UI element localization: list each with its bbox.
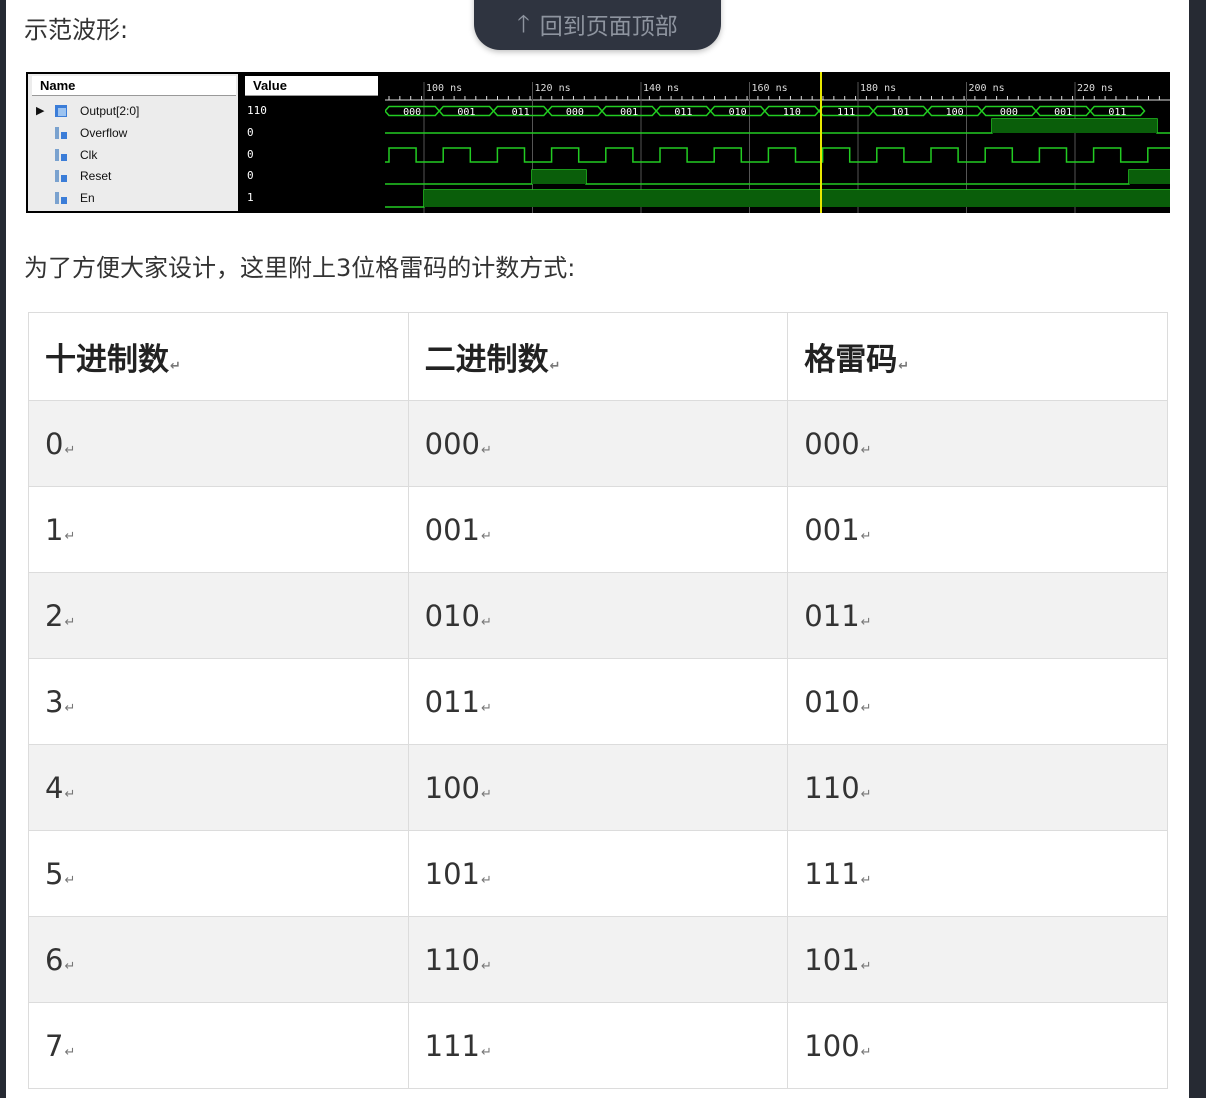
cell-decimal: 2↵	[28, 572, 409, 659]
waveform-screenshot: Name Value ▶ Output[2:0] Overflow Clk Re…	[26, 72, 1170, 213]
right-edge-bar	[1189, 0, 1206, 1098]
bus-value-label: 001	[1054, 107, 1072, 118]
signal-value: 1	[247, 191, 254, 204]
cell-gray-code: 101↵	[787, 916, 1168, 1003]
bus-value-label: 101	[891, 107, 909, 118]
time-label: 140 ns	[643, 83, 679, 94]
signal-name: En	[80, 191, 95, 205]
signal-value: 0	[247, 169, 254, 182]
cell-binary: 111↵	[407, 1002, 789, 1089]
cell-gray-code: 011↵	[787, 572, 1168, 659]
signal-value: 110	[247, 104, 267, 117]
arrow-up-icon: 🡑	[517, 10, 530, 38]
signal-name: Clk	[80, 148, 98, 162]
en-high-fill	[424, 190, 1170, 207]
cell-gray-code: 100↵	[787, 1002, 1168, 1089]
time-label: 100 ns	[426, 83, 462, 94]
bus-value-label: 000	[566, 107, 584, 118]
time-label: 120 ns	[535, 83, 571, 94]
table-row: 5↵ 101↵ 111↵	[28, 830, 1168, 917]
cell-binary: 110↵	[407, 916, 789, 1003]
table-row: 4↵ 100↵ 110↵	[28, 744, 1168, 831]
cell-decimal: 7↵	[28, 1002, 409, 1089]
cell-binary: 011↵	[407, 658, 789, 745]
signal-name: Output[2:0]	[80, 104, 140, 118]
cell-binary: 100↵	[407, 744, 789, 831]
table-intro-text: 为了方便大家设计，这里附上3位格雷码的计数方式:	[24, 254, 576, 282]
cell-decimal: 5↵	[28, 830, 409, 917]
bus-value-label: 100	[946, 107, 964, 118]
bus-value-label: 001	[620, 107, 638, 118]
value-column-header: Value	[245, 76, 378, 96]
cell-binary: 000↵	[407, 400, 789, 487]
table-row: 3↵ 011↵ 010↵	[28, 658, 1168, 745]
waveform-trace-area: 100 ns 120 ns 140 ns 160 ns 180 ns 200 ns 220 …	[385, 72, 1170, 213]
cell-binary: 101↵	[407, 830, 789, 917]
bus-value-label: 011	[512, 107, 530, 118]
signal-icon	[55, 127, 67, 139]
bus-value-label: 000	[1000, 107, 1018, 118]
back-to-top-button[interactable]: 🡑 回到页面顶部	[474, 0, 721, 50]
table-row: 2↵ 010↵ 011↵	[28, 572, 1168, 659]
bus-value-label: 011	[1108, 107, 1126, 118]
name-column-header: Name	[32, 76, 236, 96]
cell-binary: 001↵	[407, 486, 789, 573]
expand-triangle-icon[interactable]: ▶	[36, 100, 44, 122]
reset-high-fill	[532, 170, 586, 184]
table-row: 7↵ 111↵ 100↵	[28, 1002, 1168, 1089]
cell-gray-code: 000↵	[787, 400, 1168, 487]
header-decimal: 十进制数↵	[28, 312, 409, 401]
cell-gray-code: 010↵	[787, 658, 1168, 745]
cell-decimal: 0↵	[28, 400, 409, 487]
cell-decimal: 3↵	[28, 658, 409, 745]
bus-value-label: 110	[783, 107, 801, 118]
time-label: 180 ns	[860, 83, 896, 94]
time-label: 200 ns	[969, 83, 1005, 94]
bus-value-label: 111	[837, 107, 855, 118]
cell-gray-code: 001↵	[787, 486, 1168, 573]
signal-name: Reset	[80, 169, 112, 183]
signal-value: 0	[247, 126, 254, 139]
header-binary: 二进制数↵	[407, 312, 789, 401]
table-row: 1↵ 001↵ 001↵	[28, 486, 1168, 573]
left-edge-bar	[0, 0, 6, 1098]
time-label: 220 ns	[1077, 83, 1113, 94]
cell-binary: 010↵	[407, 572, 789, 659]
cell-gray-code: 110↵	[787, 744, 1168, 831]
signal-name: Overflow	[80, 126, 128, 140]
bus-value-label: 001	[457, 107, 475, 118]
bus-value-label: 010	[729, 107, 747, 118]
overflow-high-fill	[992, 119, 1157, 133]
gray-code-table: 十进制数↵ 二进制数↵ 格雷码↵ 0↵ 000↵ 000↵ 1↵ 001↵ 001↵ 2↵ 0…	[28, 312, 1168, 1089]
bus-value-label: 000	[403, 107, 421, 118]
cell-gray-code: 111↵	[787, 830, 1168, 917]
cell-decimal: 6↵	[28, 916, 409, 1003]
signal-icon	[55, 192, 67, 204]
table-header-row: 十进制数↵ 二进制数↵ 格雷码↵	[28, 312, 1168, 401]
table-row: 6↵ 110↵ 101↵	[28, 916, 1168, 1003]
signal-icon	[55, 170, 67, 182]
reset-high-fill	[1129, 170, 1170, 184]
cell-decimal: 1↵	[28, 486, 409, 573]
time-label: 160 ns	[752, 83, 788, 94]
signal-value: 0	[247, 148, 254, 161]
back-to-top-label: 回到页面顶部	[539, 14, 678, 40]
waveform-intro-text: 示范波形:	[24, 16, 129, 44]
bus-value-label: 011	[674, 107, 692, 118]
bus-icon	[55, 105, 67, 117]
cell-decimal: 4↵	[28, 744, 409, 831]
table-row: 0↵ 000↵ 000↵	[28, 400, 1168, 487]
header-gray-code: 格雷码↵	[787, 312, 1168, 401]
signal-icon	[55, 149, 67, 161]
